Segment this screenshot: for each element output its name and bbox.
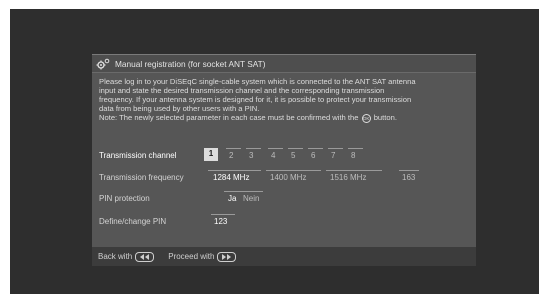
gear-icon: [96, 58, 110, 69]
pin-input[interactable]: 123: [211, 214, 235, 226]
back-label: Back with: [98, 252, 133, 261]
description-line: Please log in to your DiSEqC single-cabl…: [99, 77, 416, 86]
note-text: Note: The newly selected parameter in ea…: [99, 113, 359, 123]
channel-option-5[interactable]: 5: [288, 148, 303, 160]
fast-forward-button-icon[interactable]: [217, 251, 237, 262]
frequency-option-1284[interactable]: 1284 MHz: [208, 170, 261, 182]
frequency-option-163[interactable]: 163: [399, 170, 419, 182]
frequency-option-1400[interactable]: 1400 MHz: [266, 170, 321, 182]
dialog-footer: Back with Proceed with: [92, 247, 476, 266]
note-text-end: button.: [373, 113, 397, 123]
channel-option-2[interactable]: 2: [226, 148, 241, 160]
dialog-title-bar: Manual registration (for socket ANT SAT): [92, 55, 476, 73]
channel-option-8[interactable]: 8: [348, 148, 363, 160]
channel-option-3[interactable]: 3: [246, 148, 261, 160]
transmission-frequency-label: Transmission frequency: [99, 173, 184, 182]
tv-screen: Manual registration (for socket ANT SAT)…: [10, 9, 539, 294]
define-pin-label: Define/change PIN: [99, 217, 167, 226]
rewind-button-icon[interactable]: [135, 251, 155, 262]
description-line: input and state the desired transmission…: [99, 86, 385, 96]
channel-option-4[interactable]: 4: [268, 148, 283, 160]
manual-registration-dialog: Manual registration (for socket ANT SAT)…: [92, 54, 476, 266]
channel-option-6[interactable]: 6: [308, 148, 323, 160]
channel-option-7[interactable]: 7: [328, 148, 343, 160]
frequency-option-1516[interactable]: 1516 MHz: [326, 170, 382, 182]
proceed-label: Proceed with: [168, 252, 215, 261]
pin-protection-label: PIN protection: [99, 194, 150, 203]
note-line: Note: The newly selected parameter in ea…: [99, 113, 471, 123]
transmission-channel-label: Transmission channel: [99, 151, 177, 160]
dialog-title: Manual registration (for socket ANT SAT): [115, 58, 266, 69]
ok-button-icon: OK: [361, 113, 371, 123]
dialog-description: Please log in to your DiSEqC single-cabl…: [99, 77, 471, 123]
description-line: frequency. If your antenna system is des…: [99, 95, 412, 105]
description-line: data from being used by other users with…: [99, 104, 260, 114]
pin-protection-option-nein[interactable]: Nein: [238, 191, 263, 203]
channel-option-1[interactable]: 1: [204, 148, 218, 161]
